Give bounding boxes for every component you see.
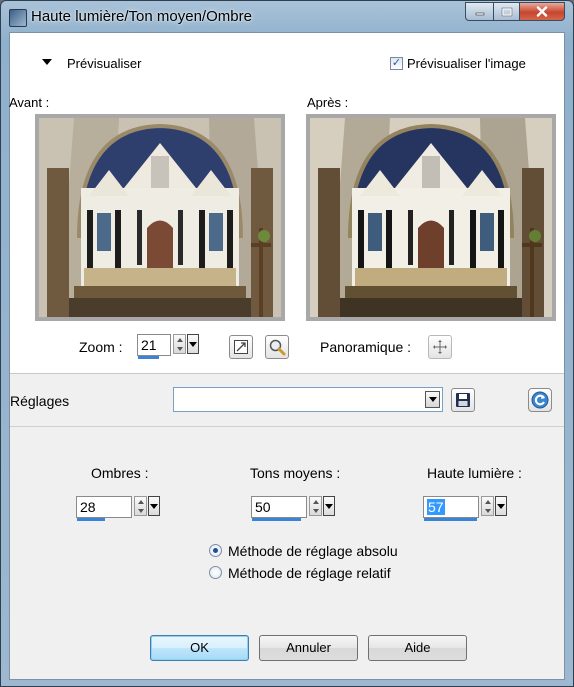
midtones-input[interactable]: 50 (251, 496, 307, 521)
preview-panel: Prévisualiser ✓ Prévisualiser l'image Av… (9, 33, 564, 373)
pan-button[interactable] (428, 335, 452, 359)
church-altar-image-adjusted (310, 118, 552, 317)
minimize-button[interactable] (465, 2, 493, 21)
after-label: Après : (307, 95, 349, 110)
maximize-icon (501, 7, 512, 16)
zoom-input[interactable]: 21 (137, 334, 171, 359)
zoom-label: Zoom : (79, 339, 123, 355)
absolute-method-label[interactable]: Méthode de réglage absolu (228, 543, 398, 559)
presets-row: Réglages (10, 374, 564, 426)
window-title: Haute lumière/Ton moyen/Ombre (31, 8, 252, 25)
relative-method-label[interactable]: Méthode de réglage relatif (228, 565, 391, 581)
presets-dropdown-button[interactable] (425, 391, 440, 408)
adjustment-panel: Ombres : Tons moyens : Haute lumière : 2… (10, 427, 564, 679)
close-icon (536, 6, 548, 17)
pan-crosshair-icon (433, 340, 447, 354)
title-bar[interactable]: Haute lumière/Ton moyen/Ombre (1, 1, 573, 31)
highlights-dropdown-button[interactable] (495, 496, 507, 516)
ok-button[interactable]: OK (150, 635, 249, 661)
midtones-dropdown-button[interactable] (323, 496, 335, 516)
collapse-arrow-icon[interactable] (42, 59, 52, 65)
cancel-button[interactable]: Annuler (259, 635, 358, 661)
presets-combobox[interactable] (173, 387, 443, 412)
zoom-level-bar (138, 356, 159, 359)
before-preview-image[interactable] (35, 114, 285, 321)
highlights-value: 57 (427, 499, 445, 515)
shadows-input[interactable]: 28 (76, 496, 132, 521)
zoom-to-fit-button[interactable] (229, 335, 253, 359)
shadows-value: 28 (80, 499, 96, 515)
midtones-level-bar (252, 518, 301, 521)
dialog-client-area: Prévisualiser ✓ Prévisualiser l'image Av… (9, 32, 565, 680)
highlights-level-bar (424, 518, 477, 521)
midtones-spinner[interactable]: 50 (251, 496, 335, 521)
shadows-level-bar (77, 518, 105, 521)
app-icon (9, 9, 27, 27)
highlights-input[interactable]: 57 (423, 496, 479, 521)
zoom-spin-arrows[interactable] (173, 334, 186, 354)
minimize-icon (475, 12, 484, 15)
highlights-spin-arrows[interactable] (481, 496, 494, 516)
reset-defaults-button[interactable] (528, 388, 552, 412)
relative-method-radio[interactable] (209, 566, 222, 579)
save-preset-button[interactable] (451, 388, 475, 412)
preview-image-checkbox-label: Prévisualiser l'image (407, 56, 526, 71)
dialog-window: Haute lumière/Ton moyen/Ombre Prévisuali… (0, 0, 574, 687)
pan-label: Panoramique : (320, 339, 412, 355)
shadows-dropdown-button[interactable] (148, 496, 160, 516)
presets-label: Réglages (10, 393, 70, 409)
help-button[interactable]: Aide (368, 635, 467, 661)
caption-buttons (465, 2, 565, 22)
save-disk-icon (456, 393, 470, 407)
preview-image-checkbox[interactable]: ✓ (390, 57, 403, 70)
maximize-button[interactable] (493, 2, 519, 21)
highlights-label: Haute lumière : (427, 465, 522, 481)
shadows-spinner[interactable]: 28 (76, 496, 160, 521)
close-button[interactable] (519, 2, 565, 21)
zoom-spinner[interactable]: 21 (137, 334, 199, 359)
zoom-dropdown-button[interactable] (187, 334, 199, 354)
shadows-spin-arrows[interactable] (134, 496, 147, 516)
before-label: Avant : (9, 95, 50, 110)
reset-arrow-icon (531, 391, 549, 409)
midtones-value: 50 (255, 499, 271, 515)
shadows-label: Ombres : (91, 465, 149, 481)
midtones-label: Tons moyens : (250, 465, 341, 481)
preview-section-label[interactable]: Prévisualiser (67, 56, 141, 71)
zoom-value: 21 (141, 337, 157, 353)
absolute-method-radio[interactable] (209, 544, 222, 557)
preview-image-checkbox-row[interactable]: ✓ Prévisualiser l'image (390, 56, 526, 71)
zoom-actual-size-button[interactable] (265, 335, 289, 359)
midtones-spin-arrows[interactable] (309, 496, 322, 516)
after-preview-image[interactable] (306, 114, 556, 321)
highlights-spinner[interactable]: 57 (423, 496, 507, 521)
zoom-fit-icon (234, 340, 248, 354)
church-altar-image (39, 118, 281, 317)
magnifier-icon (269, 339, 286, 356)
